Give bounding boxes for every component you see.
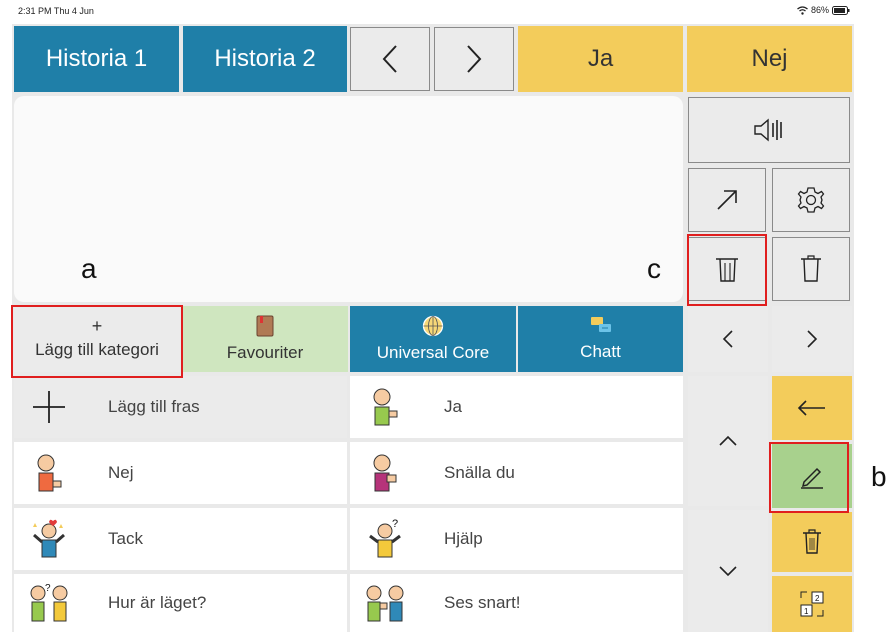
person-thumbs-down-icon xyxy=(14,453,84,493)
edit-button[interactable] xyxy=(772,444,852,508)
callout-a: a xyxy=(81,253,97,284)
history1-label: Historia 1 xyxy=(45,45,148,72)
phrase-how-are-you-label: Hur är läget? xyxy=(108,593,207,612)
history2-label: Historia 2 xyxy=(214,45,316,72)
settings-button[interactable] xyxy=(772,168,850,232)
scroll-down-button[interactable] xyxy=(688,510,768,632)
status-right: 86% xyxy=(797,5,850,15)
phrase-thanks[interactable]: Tack xyxy=(14,508,347,570)
reorder-button[interactable]: 21 xyxy=(772,576,852,632)
chevron-down-icon xyxy=(718,565,738,577)
svg-text:?: ? xyxy=(392,519,398,530)
category-favourites-label: Favouriter xyxy=(226,343,304,362)
yes-quick-label: Ja xyxy=(587,45,614,72)
arrow-left-icon xyxy=(797,400,827,416)
phrase-no-label: Nej xyxy=(108,463,134,482)
phrase-no[interactable]: Nej xyxy=(14,442,347,504)
category-prev-button[interactable] xyxy=(688,306,768,372)
two-people-question-icon: ? xyxy=(14,583,84,623)
delete-phrase-button[interactable] xyxy=(772,512,852,572)
share-button[interactable] xyxy=(688,168,766,232)
history-prev-button[interactable] xyxy=(350,27,430,91)
globe-icon xyxy=(422,315,444,337)
add-phrase-button[interactable]: Lägg till fras xyxy=(14,376,347,438)
category-chat-label: Chatt xyxy=(580,342,621,361)
trash-icon xyxy=(801,529,823,555)
person-thumbs-up-icon xyxy=(350,387,420,427)
scroll-up-button[interactable] xyxy=(688,376,768,506)
history1-button[interactable]: Historia 1 xyxy=(14,26,179,92)
history2-button[interactable]: Historia 2 xyxy=(183,26,347,92)
add-phrase-label: Lägg till fras xyxy=(108,397,200,416)
wifi-icon xyxy=(797,5,808,15)
yes-quick-button[interactable]: Ja xyxy=(518,26,683,92)
category-chat[interactable]: Chatt xyxy=(518,306,683,372)
callout-b: b xyxy=(871,461,887,492)
trash-double-icon xyxy=(712,254,742,284)
callout-c: c xyxy=(647,253,661,284)
no-quick-button[interactable]: Nej xyxy=(687,26,852,92)
status-time-date: 2:31 PM Thu 4 Jun xyxy=(18,6,94,16)
delete-word-button[interactable] xyxy=(772,237,850,301)
chat-icon xyxy=(590,316,612,336)
two-people-wave-icon xyxy=(350,583,420,623)
svg-text:?: ? xyxy=(45,583,51,594)
svg-text:1: 1 xyxy=(804,607,809,616)
battery-icon xyxy=(832,5,850,15)
person-help-icon: ? xyxy=(350,519,420,559)
pencil-icon xyxy=(798,462,826,490)
phrase-help[interactable]: ? Hjälp xyxy=(350,508,683,570)
phrase-yes[interactable]: Ja xyxy=(350,376,683,438)
chevron-left-icon xyxy=(381,44,399,74)
status-bar: 2:31 PM Thu 4 Jun 86% xyxy=(12,0,854,24)
message-window[interactable] xyxy=(14,96,683,302)
battery-percent: 86% xyxy=(810,5,829,15)
history-next-button[interactable] xyxy=(434,27,514,91)
chevron-right-icon xyxy=(806,329,818,349)
no-quick-label: Nej xyxy=(751,45,788,72)
add-category-label: Lägg till kategori xyxy=(35,340,159,359)
phrase-help-label: Hjälp xyxy=(444,529,483,548)
phrase-thanks-label: Tack xyxy=(108,529,143,548)
category-universal-core-label: Universal Core xyxy=(376,343,490,362)
chevron-up-icon xyxy=(718,435,738,447)
phrase-how-are-you[interactable]: ? Hur är läget? xyxy=(14,574,347,632)
trash-icon xyxy=(798,254,824,284)
person-thanks-icon xyxy=(14,519,84,559)
clear-all-button[interactable] xyxy=(688,237,766,301)
phrase-please-label: Snälla du xyxy=(444,463,515,482)
book-icon xyxy=(256,315,274,337)
reorder-icon: 21 xyxy=(797,589,827,619)
category-universal-core[interactable]: Universal Core xyxy=(350,306,516,372)
phrase-see-you-label: Ses snart! xyxy=(444,593,521,612)
phrase-please[interactable]: Snälla du xyxy=(350,442,683,504)
gear-icon xyxy=(796,185,826,215)
plus-icon: + xyxy=(91,316,103,336)
add-category-button[interactable]: + Lägg till kategori xyxy=(14,306,180,372)
chevron-right-icon xyxy=(465,44,483,74)
speaker-icon xyxy=(752,117,786,143)
plus-icon xyxy=(14,389,84,425)
arrow-up-right-icon xyxy=(714,187,740,213)
phrase-see-you[interactable]: Ses snart! xyxy=(350,574,683,632)
category-favourites[interactable]: Favouriter xyxy=(182,306,348,372)
category-next-button[interactable] xyxy=(772,306,852,372)
speak-button[interactable] xyxy=(688,97,850,163)
svg-text:2: 2 xyxy=(815,594,820,603)
back-button[interactable] xyxy=(772,376,852,440)
chevron-left-icon xyxy=(722,329,734,349)
phrase-yes-label: Ja xyxy=(444,397,462,416)
person-please-icon xyxy=(350,453,420,493)
